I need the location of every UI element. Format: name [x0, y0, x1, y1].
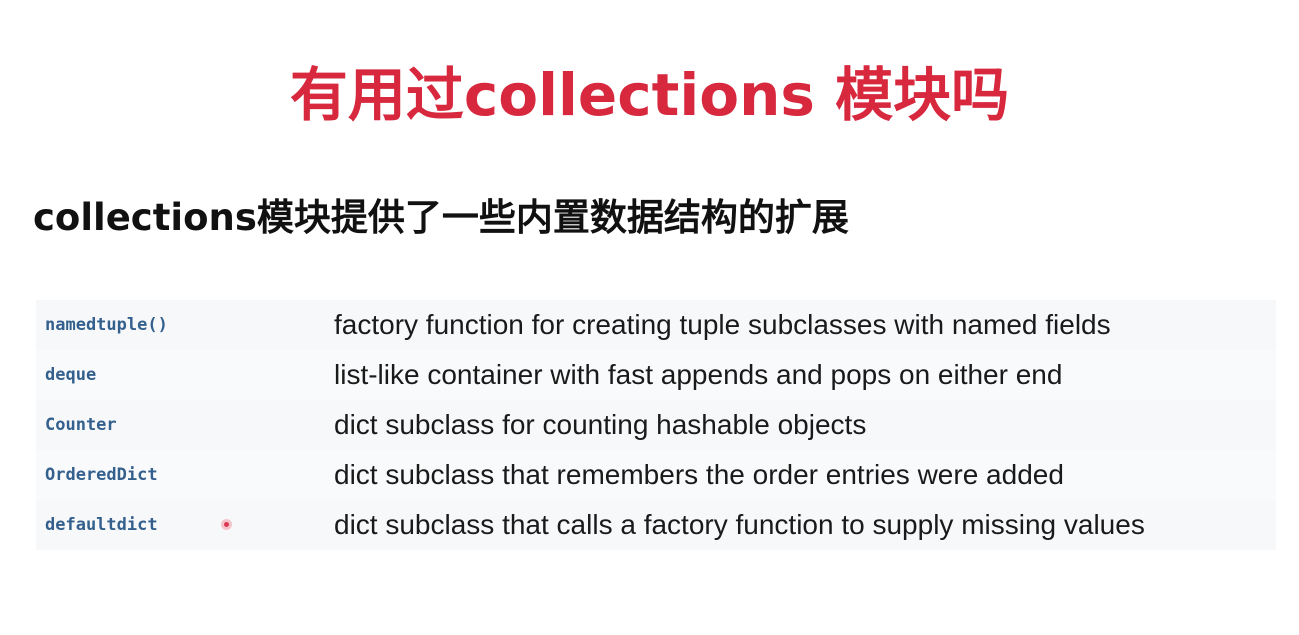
- class-description: dict subclass for counting hashable obje…: [334, 409, 867, 440]
- class-name: Counter: [45, 415, 117, 435]
- slide-subtitle: collections模块提供了一些内置数据结构的扩展: [33, 196, 849, 239]
- class-name: OrderedDict: [45, 465, 158, 485]
- slide-title: 有用过collections 模块吗: [289, 61, 1010, 129]
- class-name: namedtuple(): [45, 315, 168, 335]
- class-description: factory function for creating tuple subc…: [334, 309, 1111, 340]
- table-row: deque list-like container with fast appe…: [36, 350, 1276, 400]
- table-row: namedtuple() factory function for creati…: [36, 300, 1276, 350]
- class-name: defaultdict: [45, 515, 158, 535]
- class-description: dict subclass that calls a factory funct…: [334, 509, 1145, 540]
- class-description: list-like container with fast appends an…: [334, 359, 1063, 390]
- collections-table: namedtuple() factory function for creati…: [36, 300, 1276, 550]
- laser-pointer-icon: [221, 519, 232, 530]
- class-name: deque: [45, 365, 97, 385]
- class-description: dict subclass that remembers the order e…: [334, 459, 1064, 490]
- table-row: Counter dict subclass for counting hasha…: [36, 400, 1276, 450]
- table-row: defaultdict dict subclass that calls a f…: [36, 500, 1276, 550]
- table-row: OrderedDict dict subclass that remembers…: [36, 450, 1276, 500]
